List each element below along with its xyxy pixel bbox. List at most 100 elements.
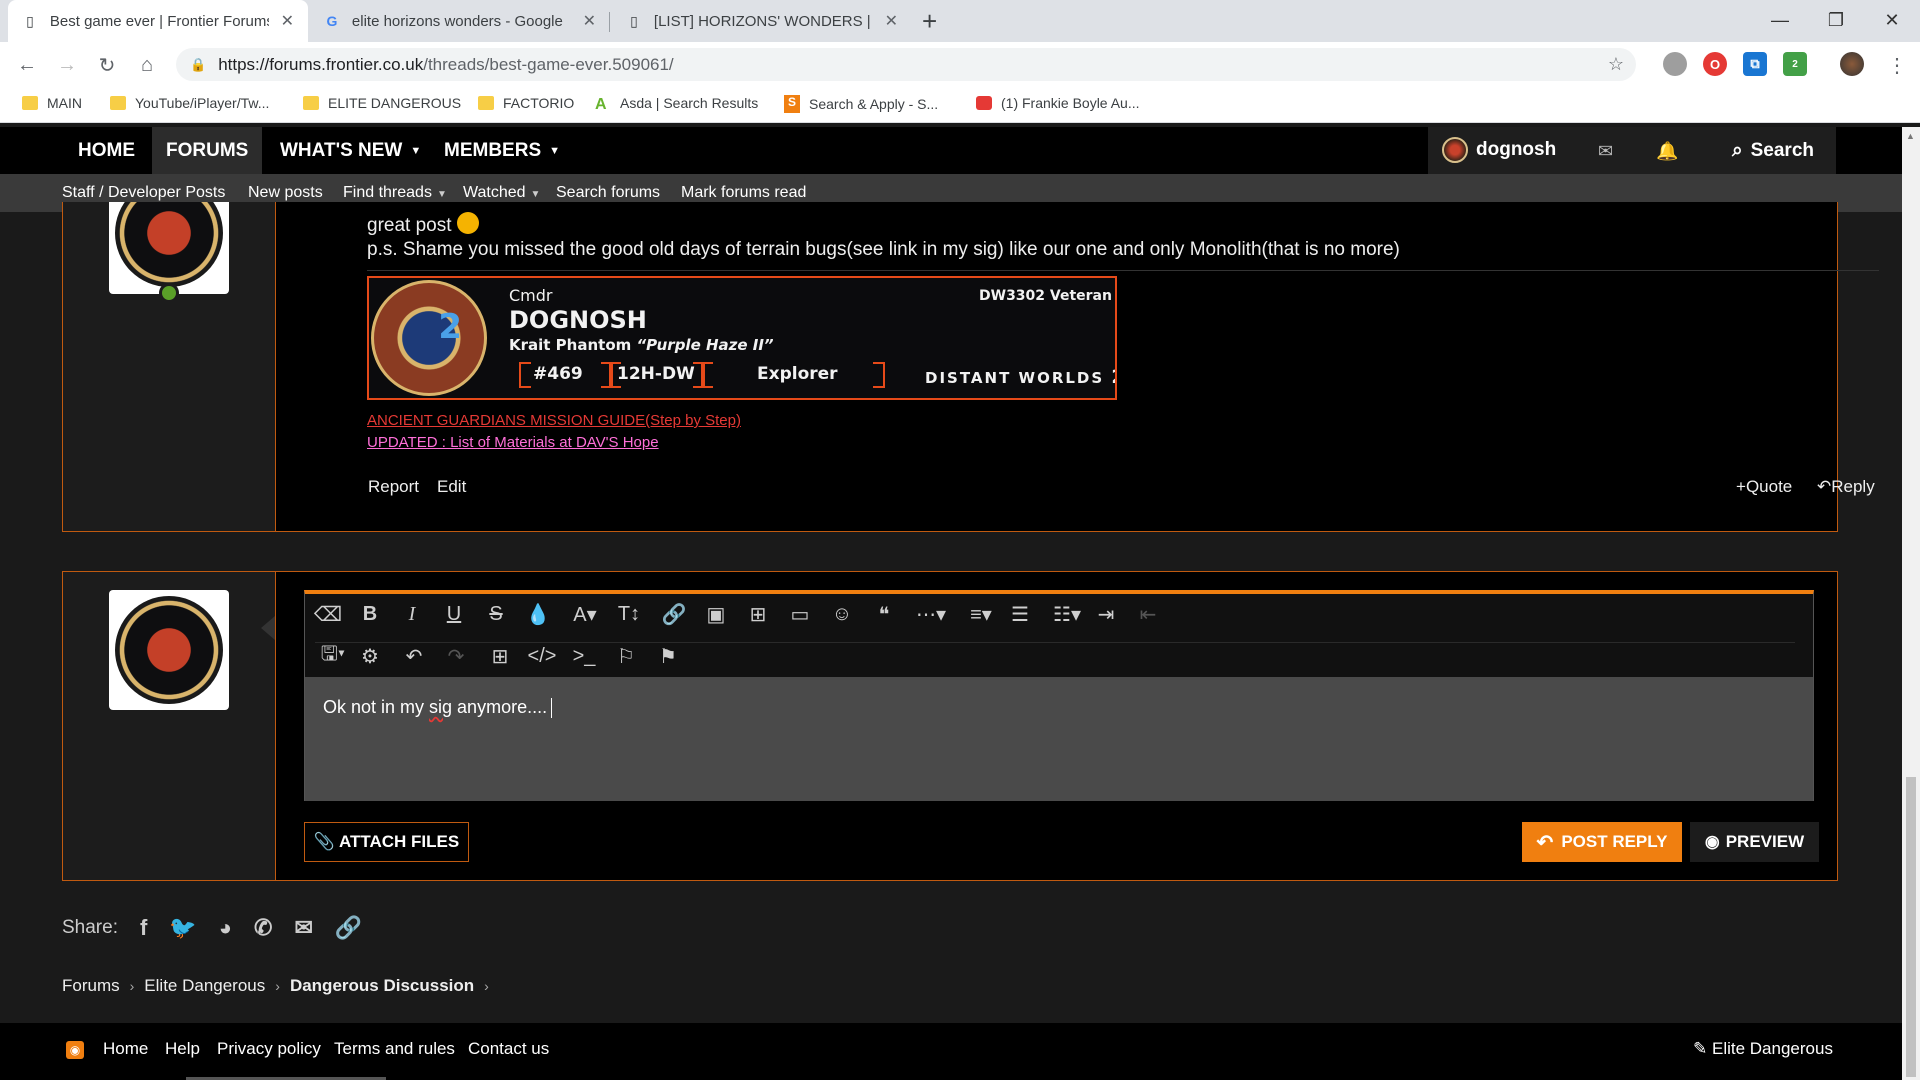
close-tab-icon[interactable]: ✕ xyxy=(885,11,898,31)
bullet-list-icon[interactable]: ☷▾ xyxy=(1047,600,1087,628)
nav-members[interactable]: MEMBERS ▼ xyxy=(430,127,574,174)
url-field[interactable]: 🔒 https://forums.frontier.co.uk/threads/… xyxy=(176,48,1636,81)
spoiler-flag-icon[interactable]: ⚐ xyxy=(611,642,641,670)
extension-icon[interactable] xyxy=(1663,52,1687,76)
bold-icon[interactable]: B xyxy=(355,600,385,628)
home-icon[interactable]: ⌂ xyxy=(132,50,162,80)
bookmark-youtube[interactable]: YouTube/iPlayer/Tw... xyxy=(110,95,269,111)
underline-icon[interactable]: U xyxy=(439,600,469,628)
outdent-icon[interactable]: ⇤ xyxy=(1133,600,1163,628)
scroll-up-icon[interactable]: ▲ xyxy=(1906,131,1915,141)
more-icon[interactable]: ⋯▾ xyxy=(911,600,951,628)
user-avatar[interactable] xyxy=(109,590,229,710)
post-reply-button[interactable]: ↶ POST REPLY xyxy=(1522,822,1682,862)
back-icon[interactable]: ← xyxy=(12,50,42,80)
inline-code-icon[interactable]: >_ xyxy=(569,642,599,670)
image-icon[interactable]: ▣ xyxy=(701,600,731,628)
quote-button[interactable]: +Quote xyxy=(1736,477,1792,497)
bookmark-factorio[interactable]: FACTORIO xyxy=(478,95,574,111)
indent-icon[interactable]: ⇥ xyxy=(1091,600,1121,628)
search-button[interactable]: ⌕ Search xyxy=(1710,127,1836,174)
link-icon[interactable]: 🔗 xyxy=(335,915,362,941)
user-menu[interactable]: dognosh xyxy=(1442,137,1556,163)
reload-icon[interactable]: ↻ xyxy=(92,50,122,80)
code-icon[interactable]: </> xyxy=(527,642,557,670)
footer-privacy[interactable]: Privacy policy xyxy=(217,1039,321,1059)
subnav-search-forums[interactable]: Search forums xyxy=(556,184,660,202)
text-color-icon[interactable]: 💧 xyxy=(523,600,553,628)
page-scrollbar[interactable]: ▲ xyxy=(1902,127,1920,1080)
settings-gear-icon[interactable]: ⚙ xyxy=(355,642,385,670)
sig-link-materials[interactable]: UPDATED : List of Materials at DAV'S Hop… xyxy=(367,434,659,451)
subnav-watched[interactable]: Watched ▼ xyxy=(463,184,540,202)
bookmark-search-apply[interactable]: S Search & Apply - S... xyxy=(784,95,938,113)
table-icon[interactable]: ⊞ xyxy=(485,642,515,670)
footer-help[interactable]: Help xyxy=(165,1039,200,1059)
footer-contact[interactable]: Contact us xyxy=(468,1039,549,1059)
new-tab-button[interactable]: + xyxy=(922,6,937,37)
strikethrough-icon[interactable]: S xyxy=(481,600,511,628)
bookmark-asda[interactable]: A Asda | Search Results xyxy=(595,95,758,113)
video-icon[interactable]: ▭ xyxy=(785,600,815,628)
eraser-icon[interactable]: ⌫ xyxy=(313,600,343,628)
subnav-mark-read[interactable]: Mark forums read xyxy=(681,184,806,202)
align-icon[interactable]: ≡▾ xyxy=(961,600,1001,628)
close-window-icon[interactable]: ✕ xyxy=(1864,0,1920,40)
profile-avatar[interactable] xyxy=(1840,52,1864,76)
subnav-staff-posts[interactable]: Staff / Developer Posts xyxy=(62,184,225,202)
facebook-icon[interactable]: f xyxy=(140,915,147,941)
reddit-icon[interactable]: ◕ xyxy=(219,915,232,941)
breadcrumb-elite[interactable]: Elite Dangerous xyxy=(144,976,265,996)
link-icon[interactable]: 🔗 xyxy=(659,600,689,628)
bookmark-elite[interactable]: ELITE DANGEROUS xyxy=(303,95,461,111)
undo-icon[interactable]: ↶ xyxy=(399,642,429,670)
bookmark-youtube-video[interactable]: (1) Frankie Boyle Au... xyxy=(976,95,1140,111)
nav-home[interactable]: HOME xyxy=(64,127,149,174)
browser-tab[interactable]: ▯ [LIST] HORIZONS' WONDERS | Fr ✕ xyxy=(612,0,912,42)
font-family-icon[interactable]: A▾ xyxy=(565,600,605,628)
whatsapp-icon[interactable]: ✆ xyxy=(254,915,272,941)
italic-icon[interactable]: I xyxy=(397,600,427,628)
browser-tab-active[interactable]: ▯ Best game ever | Frontier Forums ✕ xyxy=(8,0,308,42)
sig-link-guardians[interactable]: ANCIENT GUARDIANS MISSION GUIDE(Step by … xyxy=(367,412,741,429)
bookmark-main[interactable]: MAIN xyxy=(22,95,82,111)
footer-terms[interactable]: Terms and rules xyxy=(334,1039,455,1059)
email-icon[interactable]: ✉ xyxy=(294,915,312,941)
close-tab-icon[interactable]: ✕ xyxy=(281,11,294,31)
breadcrumb-discussion[interactable]: Dangerous Discussion xyxy=(290,976,474,996)
footer-style-chooser[interactable]: ✎ Elite Dangerous xyxy=(1693,1039,1833,1059)
nav-whats-new[interactable]: WHAT'S NEW ▼ xyxy=(266,127,435,174)
nav-forums[interactable]: FORUMS xyxy=(152,127,263,174)
breadcrumb-forums[interactable]: Forums xyxy=(62,976,120,996)
user-avatar[interactable] xyxy=(109,202,229,294)
redo-icon[interactable]: ↷ xyxy=(441,642,471,670)
footer-home[interactable]: Home xyxy=(103,1039,148,1059)
translate-icon[interactable]: ⧉ xyxy=(1743,52,1767,76)
bookmark-star-icon[interactable]: ☆ xyxy=(1608,54,1624,75)
quote-icon[interactable]: ❝ xyxy=(869,600,899,628)
rss-icon[interactable]: ◉ xyxy=(66,1041,84,1059)
menu-icon[interactable]: ⋮ xyxy=(1882,50,1912,80)
preview-button[interactable]: ◉ PREVIEW xyxy=(1690,822,1819,862)
extension-badge-icon[interactable]: 2 xyxy=(1783,52,1807,76)
reply-button[interactable]: ↶Reply xyxy=(1817,477,1875,497)
bell-icon[interactable]: 🔔 xyxy=(1656,141,1678,162)
ordered-list-icon[interactable]: ☰ xyxy=(1005,600,1035,628)
twitter-icon[interactable]: 🐦 xyxy=(169,915,196,941)
inline-spoiler-icon[interactable]: ⚑ xyxy=(653,642,683,670)
font-size-icon[interactable]: T↕ xyxy=(609,600,649,628)
attach-files-button[interactable]: 📎 ATTACH FILES xyxy=(304,822,469,862)
media-icon[interactable]: ⊞ xyxy=(743,600,773,628)
close-tab-icon[interactable]: ✕ xyxy=(583,11,596,31)
inbox-icon[interactable]: ✉ xyxy=(1598,141,1613,162)
forward-icon[interactable]: → xyxy=(52,50,82,80)
signature-banner[interactable]: 2 Cmdr DOGNOSH Krait Phantom “Purple Haz… xyxy=(367,276,1117,400)
subnav-find-threads[interactable]: Find threads ▼ xyxy=(343,184,447,202)
smilie-icon[interactable]: ☺ xyxy=(827,600,857,628)
edit-link[interactable]: Edit xyxy=(437,477,466,497)
scrollbar-thumb[interactable] xyxy=(1906,777,1916,1077)
browser-tab[interactable]: G elite horizons wonders - Google ✕ xyxy=(310,0,610,42)
report-link[interactable]: Report xyxy=(368,477,419,497)
drafts-icon[interactable]: 🖫▾ xyxy=(313,642,353,670)
maximize-icon[interactable]: ❐ xyxy=(1808,0,1864,40)
